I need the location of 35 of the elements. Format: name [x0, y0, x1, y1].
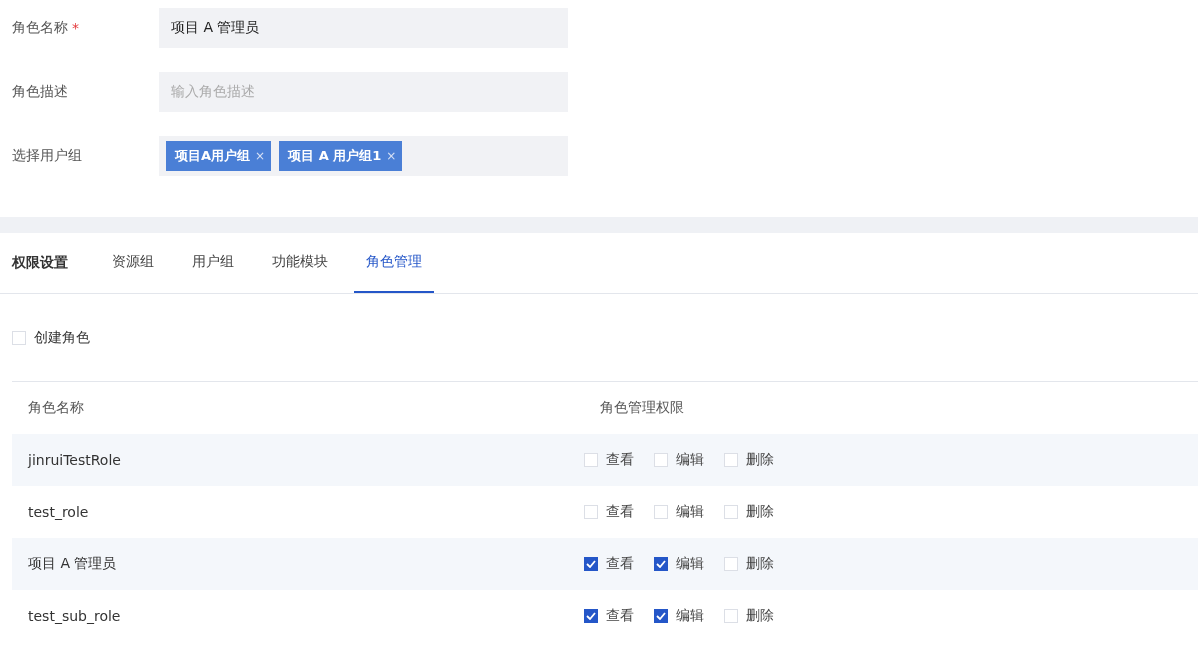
tag: 项目 A 用户组1 ×	[279, 141, 403, 171]
checkbox-label: 编辑	[676, 503, 704, 521]
checkbox-label: 编辑	[676, 555, 704, 573]
tab[interactable]: 功能模块	[260, 233, 340, 293]
required-mark: *	[72, 20, 79, 36]
column-header: 角色名称	[27, 399, 85, 417]
checkbox-label: 删除	[746, 503, 774, 521]
checkbox-label: 查看	[606, 451, 634, 469]
role-name-cell-text: test_sub_role	[27, 608, 122, 624]
tag: 项目A用户组 ×	[166, 141, 272, 171]
checkbox-label: 创建角色	[34, 328, 90, 347]
checkbox[interactable]	[584, 557, 598, 571]
checkbox[interactable]	[654, 557, 668, 571]
role-name-cell-text: test_role	[27, 504, 90, 520]
input-field[interactable]: 项目 A 管理员	[159, 8, 568, 48]
tab[interactable]: 角色管理	[354, 233, 434, 293]
checkbox[interactable]	[584, 609, 598, 623]
column-header: 角色管理权限	[599, 399, 685, 417]
checkbox-label: 删除	[746, 607, 774, 625]
checkbox-label: 查看	[606, 503, 634, 521]
checkbox-label: 查看	[606, 555, 634, 573]
checkbox-label: 查看	[606, 607, 634, 625]
checkbox-label: 删除	[746, 451, 774, 469]
tab[interactable]: 用户组	[180, 233, 246, 293]
field-label: 选择用户组	[12, 147, 82, 165]
checkbox-label: 编辑	[676, 451, 704, 469]
section-title: 权限设置	[12, 253, 68, 272]
field-label: 角色描述	[12, 83, 68, 101]
checkbox-label: 编辑	[676, 607, 704, 625]
field-label: 角色名称	[12, 19, 68, 37]
role-name-cell-text: 项目 A 管理员	[27, 555, 118, 573]
tab[interactable]: 资源组	[100, 233, 166, 293]
checkbox[interactable]	[654, 609, 668, 623]
role-name-cell-text: jinruiTestRole	[26, 452, 122, 468]
checkbox-label: 删除	[746, 555, 774, 573]
